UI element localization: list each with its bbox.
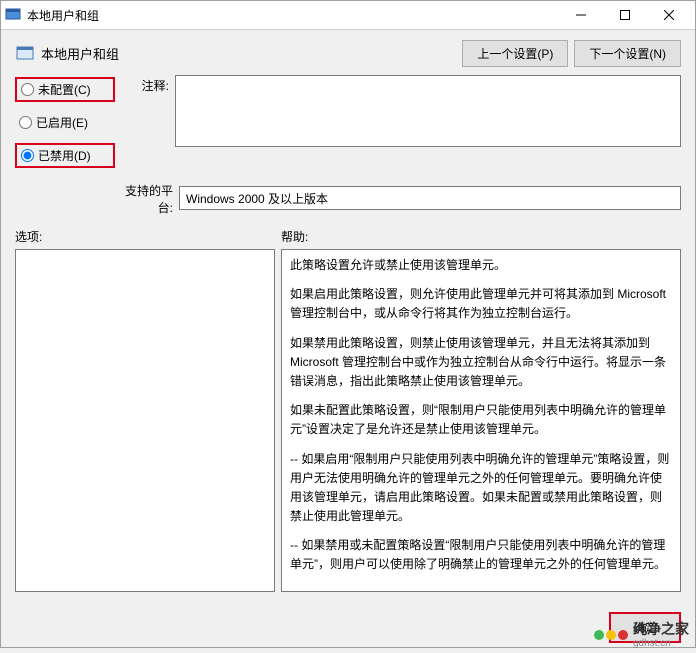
header-row: 本地用户和组 上一个设置(P) 下一个设置(N) <box>15 40 681 67</box>
help-p2: 如果禁用此策略设置，则禁止使用该管理单元，并且无法将其添加到 Microsoft… <box>290 334 672 392</box>
titlebar: 本地用户和组 <box>1 1 695 30</box>
policy-icon <box>15 44 35 64</box>
content-area: 本地用户和组 上一个设置(P) 下一个设置(N) 未配置(C) 已启用(E) 已… <box>1 30 695 602</box>
section-labels: 选项: 帮助: <box>15 228 681 245</box>
ok-button[interactable]: 确定 <box>609 612 681 643</box>
radio-enabled-label: 已启用(E) <box>36 114 88 131</box>
radio-not-configured[interactable]: 未配置(C) <box>15 77 115 102</box>
help-p5: -- 如果禁用或未配置策略设置“限制用户只能使用列表中明确允许的管理单元”，则用… <box>290 536 672 574</box>
next-setting-button[interactable]: 下一个设置(N) <box>574 40 681 67</box>
platform-row: 支持的平台: Windows 2000 及以上版本 <box>115 180 681 216</box>
radio-disabled[interactable]: 已禁用(D) <box>15 143 115 168</box>
radio-not-configured-input[interactable] <box>21 83 34 96</box>
state-radios: 未配置(C) 已启用(E) 已禁用(D) <box>15 75 115 168</box>
window-title: 本地用户和组 <box>27 7 559 24</box>
help-p3: 如果未配置此策略设置，则“限制用户只能使用列表中明确允许的管理单元”设置决定了是… <box>290 401 672 439</box>
options-label: 选项: <box>15 228 281 245</box>
prev-setting-button[interactable]: 上一个设置(P) <box>462 40 568 67</box>
radio-enabled[interactable]: 已启用(E) <box>15 112 115 133</box>
close-button[interactable] <box>647 1 691 29</box>
platform-value: Windows 2000 及以上版本 <box>179 186 681 210</box>
dialog-window: 本地用户和组 本地用户和组 上一个设置(P) 下一 <box>0 0 696 648</box>
maximize-button[interactable] <box>603 1 647 29</box>
two-pane: 此策略设置允许或禁止使用该管理单元。 如果启用此策略设置，则允许使用此管理单元并… <box>15 249 681 592</box>
minimize-button[interactable] <box>559 1 603 29</box>
radio-not-configured-label: 未配置(C) <box>38 81 91 98</box>
comment-textarea[interactable] <box>175 75 681 147</box>
app-icon <box>5 7 21 23</box>
help-pane[interactable]: 此策略设置允许或禁止使用该管理单元。 如果启用此策略设置，则允许使用此管理单元并… <box>281 249 681 592</box>
help-p1: 如果启用此策略设置，则允许使用此管理单元并可将其添加到 Microsoft 管理… <box>290 285 672 323</box>
options-pane <box>15 249 275 592</box>
help-label: 帮助: <box>281 228 308 245</box>
config-row: 未配置(C) 已启用(E) 已禁用(D) 注释: <box>15 75 681 168</box>
policy-title: 本地用户和组 <box>41 44 462 63</box>
radio-disabled-input[interactable] <box>21 149 34 162</box>
platform-label: 支持的平台: <box>115 180 179 216</box>
help-p0: 此策略设置允许或禁止使用该管理单元。 <box>290 256 672 275</box>
comment-label: 注释: <box>115 75 175 94</box>
radio-enabled-input[interactable] <box>19 116 32 129</box>
help-p4: -- 如果启用“限制用户只能使用列表中明确允许的管理单元”策略设置，则用户无法使… <box>290 450 672 527</box>
footer: 确定 纯净之家 gdhst.cn <box>1 602 695 653</box>
radio-disabled-label: 已禁用(D) <box>38 147 91 164</box>
window-controls <box>559 1 691 29</box>
